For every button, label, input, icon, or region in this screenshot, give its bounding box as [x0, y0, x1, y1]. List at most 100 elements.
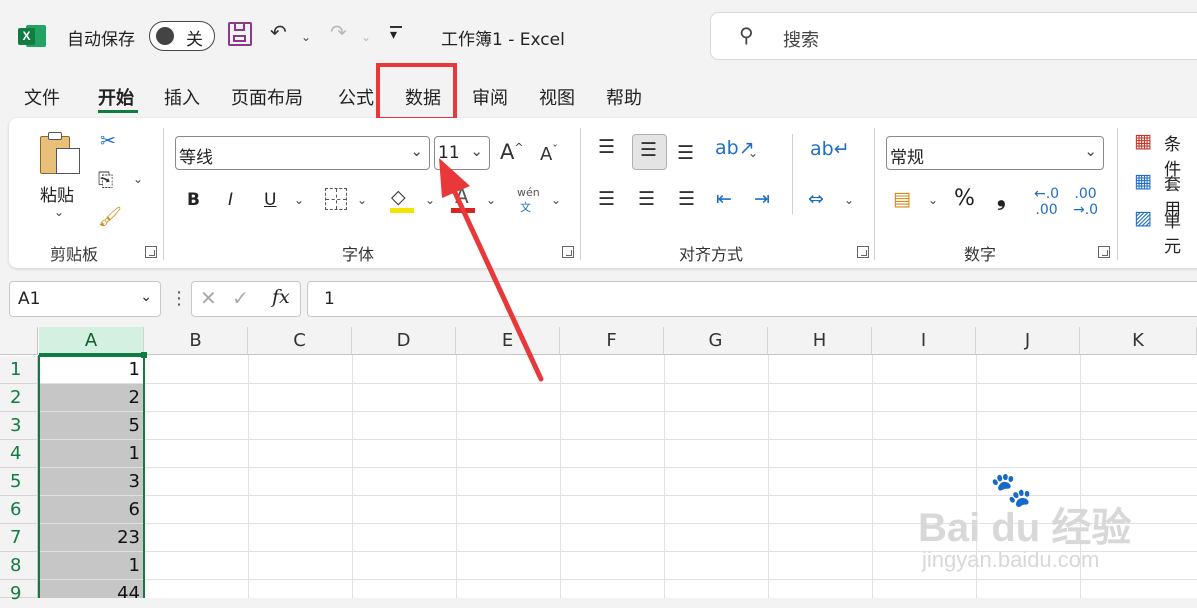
clipboard-launcher-icon[interactable]	[145, 246, 157, 258]
percent-style-button[interactable]: %	[954, 186, 975, 211]
document-title: 工作簿1 - Excel	[441, 30, 565, 50]
underline-button[interactable]: U	[264, 190, 276, 210]
cut-icon[interactable]: ✂	[100, 130, 116, 152]
formula-bar-more-icon[interactable]: ⋮	[170, 288, 188, 309]
align-middle-button[interactable]: ☰	[632, 134, 667, 170]
tab-file[interactable]: 文件	[24, 84, 60, 110]
fill-handle[interactable]	[141, 352, 147, 358]
paste-button[interactable]: 粘贴	[40, 181, 74, 206]
column-header[interactable]: G	[664, 327, 768, 355]
customize-quick-access-icon[interactable]: ▾	[390, 27, 397, 43]
tab-insert[interactable]: 插入	[164, 84, 200, 110]
align-right-icon[interactable]: ☰	[678, 188, 695, 210]
alignment-group-label: 对齐方式	[679, 245, 744, 264]
enter-icon[interactable]: ✓	[232, 286, 249, 310]
merge-center-icon[interactable]: ⇔	[808, 188, 824, 210]
tab-review[interactable]: 审阅	[472, 84, 508, 110]
undo-dropdown-icon[interactable]: ⌄	[301, 30, 311, 44]
conditional-formatting-icon[interactable]: ▦	[1134, 130, 1152, 152]
undo-icon[interactable]: ↶	[270, 20, 287, 44]
column-header[interactable]: B	[144, 327, 248, 355]
insert-function-button[interactable]: fx	[272, 286, 290, 308]
underline-dropdown-icon[interactable]: ⌄	[294, 193, 304, 207]
name-box[interactable]: A1 ⌄	[9, 281, 161, 317]
decrease-indent-icon[interactable]: ⇤	[716, 188, 732, 210]
column-header[interactable]: F	[560, 327, 664, 355]
autosave-toggle[interactable]: 关	[149, 21, 215, 51]
ribbon-separator	[1117, 128, 1118, 260]
tab-home[interactable]: 开始	[98, 84, 134, 110]
column-header[interactable]: J	[976, 327, 1080, 355]
name-box-dropdown-icon[interactable]: ⌄	[140, 289, 152, 305]
align-center-icon[interactable]: ☰	[638, 188, 655, 210]
font-name-select[interactable]: 等线 ⌄	[175, 136, 430, 170]
font-launcher-icon[interactable]	[562, 246, 574, 258]
accounting-dropdown-icon[interactable]: ⌄	[928, 193, 938, 207]
ribbon-separator	[163, 128, 164, 260]
number-launcher-icon[interactable]	[1098, 246, 1110, 258]
search-box[interactable]: ⚲ 搜索	[710, 12, 1197, 60]
select-all-corner[interactable]	[0, 327, 38, 355]
increase-indent-icon[interactable]: ⇥	[754, 188, 770, 210]
increase-decimal-icon[interactable]: ←.0.00	[1034, 186, 1059, 218]
number-group-label: 数字	[964, 245, 997, 264]
bold-button[interactable]: B	[187, 190, 200, 210]
gridline	[872, 355, 873, 598]
accounting-format-icon[interactable]: ▤	[893, 188, 911, 210]
borders-dropdown-icon[interactable]: ⌄	[357, 193, 367, 207]
paste-dropdown-icon[interactable]: ⌄	[54, 205, 64, 219]
fill-color-swatch	[390, 208, 414, 213]
row-header[interactable]: 7	[0, 524, 38, 552]
format-as-table-icon[interactable]: ▦	[1134, 170, 1152, 192]
row-header[interactable]: 8	[0, 552, 38, 580]
align-bottom-icon[interactable]: ☰	[677, 142, 694, 164]
row-header[interactable]: 1	[0, 356, 38, 384]
number-format-select[interactable]: 常规 ⌄	[886, 136, 1104, 170]
copy-icon[interactable]: ⎘	[98, 169, 113, 191]
row-header[interactable]: 5	[0, 468, 38, 496]
gridline	[38, 579, 1197, 580]
copy-dropdown-icon[interactable]: ⌄	[133, 172, 143, 186]
gridline	[38, 411, 1197, 412]
format-painter-icon[interactable]: 🖌	[98, 205, 122, 228]
phonetic-dropdown-icon[interactable]: ⌄	[551, 193, 561, 207]
italic-button[interactable]: I	[228, 190, 233, 210]
tab-formulas[interactable]: 公式	[338, 84, 374, 110]
cell-styles-button[interactable]: 单元	[1164, 207, 1197, 257]
gridline	[768, 355, 769, 598]
tab-help[interactable]: 帮助	[606, 84, 642, 110]
gridline	[38, 383, 1197, 384]
column-header[interactable]: I	[872, 327, 976, 355]
tab-view[interactable]: 视图	[539, 84, 575, 110]
column-header[interactable]: A	[39, 327, 144, 355]
row-header[interactable]: 4	[0, 440, 38, 468]
row-header[interactable]: 9	[0, 580, 38, 604]
save-icon[interactable]	[228, 22, 252, 46]
redo-icon[interactable]: ↷	[330, 20, 347, 44]
redo-dropdown-icon[interactable]: ⌄	[361, 30, 371, 44]
column-header[interactable]: C	[248, 327, 352, 355]
autosave-state: 关	[186, 30, 203, 50]
comma-style-button[interactable]: ❟	[997, 186, 1006, 211]
search-placeholder: 搜索	[783, 30, 819, 51]
align-top-icon[interactable]: ☰	[598, 136, 615, 158]
cell-styles-icon[interactable]: ▨	[1134, 207, 1152, 229]
column-header[interactable]: K	[1080, 327, 1197, 355]
alignment-launcher-icon[interactable]	[857, 246, 869, 258]
cancel-icon[interactable]: ✕	[200, 286, 217, 310]
borders-icon[interactable]	[325, 188, 347, 210]
align-left-icon[interactable]: ☰	[598, 188, 615, 210]
fill-color-icon[interactable]: ◇	[391, 186, 406, 208]
formula-controls: ✕ ✓ fx	[191, 281, 301, 317]
wrap-text-icon[interactable]: ab↵	[810, 138, 850, 160]
column-header[interactable]: H	[768, 327, 872, 355]
merge-dropdown-icon[interactable]: ⌄	[844, 193, 854, 207]
decrease-decimal-icon[interactable]: .00 →.0	[1073, 186, 1098, 218]
row-header[interactable]: 3	[0, 412, 38, 440]
tab-page-layout[interactable]: 页面布局	[231, 84, 303, 110]
selection-border	[38, 355, 145, 598]
orientation-dropdown-icon[interactable]: ⌄	[748, 146, 758, 160]
paste-icon[interactable]	[40, 130, 82, 176]
row-header[interactable]: 2	[0, 384, 38, 412]
row-header[interactable]: 6	[0, 496, 38, 524]
